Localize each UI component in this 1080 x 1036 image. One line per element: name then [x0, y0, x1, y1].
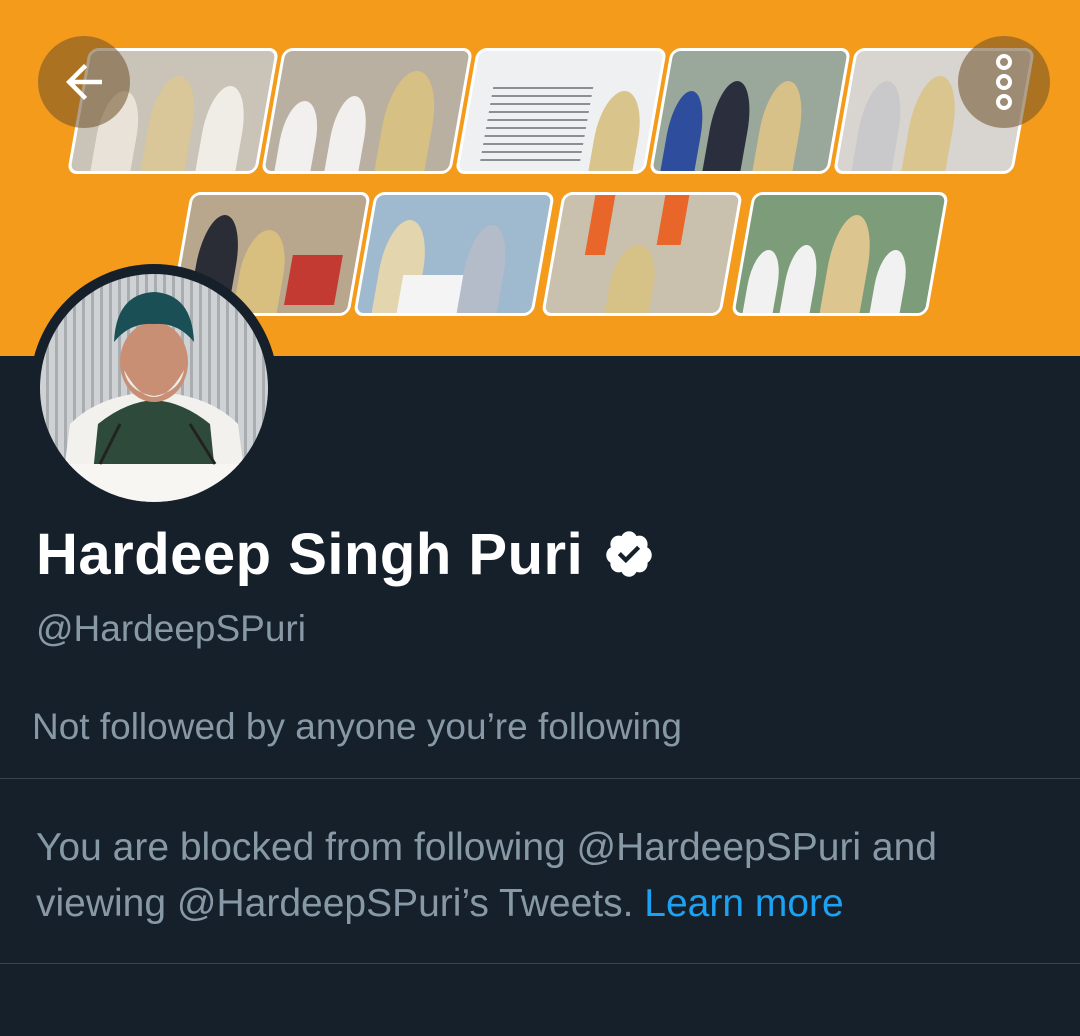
followers-you-know[interactable]: Not followed by anyone you’re following: [32, 706, 682, 748]
profile-avatar[interactable]: [30, 264, 278, 512]
more-options-button[interactable]: [958, 36, 1050, 128]
blocked-notice: You are blocked from following @HardeepS…: [36, 820, 1046, 932]
back-arrow-icon: [66, 64, 102, 100]
banner-photo: [353, 192, 555, 316]
back-button[interactable]: [38, 36, 130, 128]
divider: [0, 963, 1080, 964]
more-vertical-icon: [996, 54, 1012, 110]
banner-photo: [731, 192, 949, 316]
verified-badge-icon: [606, 531, 652, 577]
profile-handle: @HardeepSPuri: [36, 608, 306, 649]
learn-more-link[interactable]: Learn more: [644, 882, 843, 925]
banner-photo: [541, 192, 743, 316]
profile-name: Hardeep Singh Puri: [36, 521, 584, 587]
banner-photo: [648, 48, 852, 174]
banner-photo: [260, 48, 474, 174]
divider: [0, 778, 1080, 779]
banner-photo: [454, 48, 668, 174]
avatar-image: [40, 274, 268, 502]
profile-name-row: Hardeep Singh Puri: [36, 516, 655, 592]
